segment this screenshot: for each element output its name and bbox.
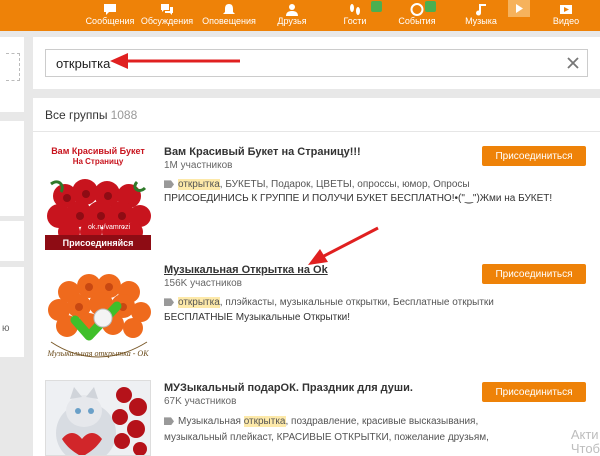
arrow-to-group-title: [308, 226, 379, 265]
arrow-to-search: [110, 53, 240, 69]
annotation-arrows: [110, 53, 379, 265]
watermark: Акти Чтоб: [570, 427, 600, 456]
